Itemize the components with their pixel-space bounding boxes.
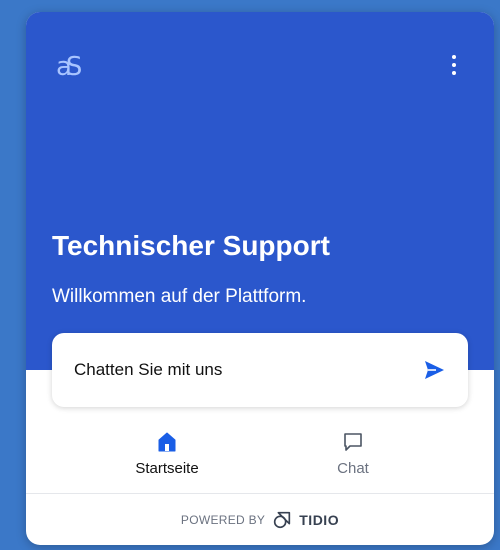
send-icon [425, 361, 444, 379]
start-chat-label: Chatten Sie mit uns [74, 360, 223, 379]
powered-by-text: POWERED BY [180, 512, 266, 527]
page-title: Technischer Support [52, 230, 330, 261]
chat-widget: aS Technischer Support Willkommen auf de… [26, 12, 494, 545]
widget-header: aS Technischer Support Willkommen auf de… [26, 12, 494, 370]
chat-bubble-icon [344, 433, 362, 451]
home-icon [158, 432, 176, 452]
bottom-navigation: Startseite Chat [26, 420, 494, 492]
nav-item-chat[interactable]: Chat [303, 430, 403, 477]
tidio-brand-text: TIDIO [299, 511, 340, 528]
more-options-button[interactable] [444, 50, 464, 80]
more-vertical-icon [452, 55, 456, 59]
tidio-logo-icon [274, 511, 291, 528]
start-chat-button[interactable]: Chatten Sie mit uns [52, 333, 468, 407]
nav-item-label: Startseite [135, 460, 199, 477]
brand-logo: aS [56, 52, 83, 82]
welcome-subtitle: Willkommen auf der Plattform. [52, 286, 307, 307]
powered-by-footer[interactable]: POWERED BY TIDIO [26, 493, 494, 545]
nav-item-label: Chat [337, 460, 369, 477]
nav-item-home[interactable]: Startseite [117, 430, 217, 477]
